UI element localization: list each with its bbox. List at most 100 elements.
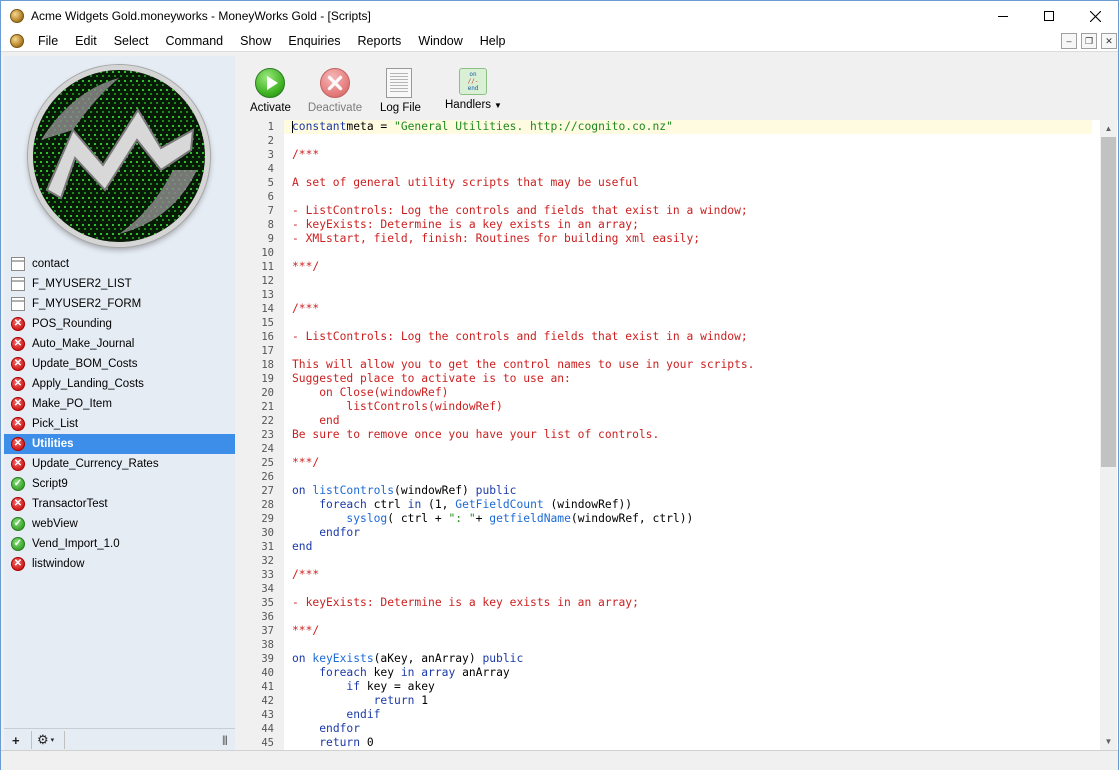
code-line[interactable]: A set of general utility scripts that ma… [292, 176, 1092, 190]
script-list-item[interactable]: ✕ Apply_Landing_Costs [4, 374, 235, 394]
menu-command[interactable]: Command [156, 34, 231, 48]
mdi-restore-button[interactable]: ❐ [1081, 33, 1097, 49]
activate-button[interactable]: Activate [250, 68, 291, 114]
script-list-item[interactable]: ✕ Pick_List [4, 414, 235, 434]
code-line[interactable] [292, 190, 1092, 204]
script-actions-button[interactable]: ⚙ ▾ [37, 732, 54, 748]
code-line[interactable]: foreach key in array anArray [292, 666, 1092, 680]
code-line[interactable]: - ListControls: Log the controls and fie… [292, 330, 1092, 344]
code-line[interactable]: end [292, 540, 1092, 554]
code-line[interactable]: Be sure to remove once you have your lis… [292, 428, 1092, 442]
code-line[interactable] [292, 442, 1092, 456]
resize-grip-icon[interactable]: ||| [222, 732, 228, 748]
code-line[interactable]: ***/ [292, 260, 1092, 274]
code-line[interactable]: endfor [292, 526, 1092, 540]
menu-select[interactable]: Select [105, 34, 157, 48]
code-line[interactable]: on keyExists(aKey, anArray) public [292, 652, 1092, 666]
menu-enquiries[interactable]: Enquiries [279, 34, 348, 48]
code-line[interactable]: return 1 [292, 694, 1092, 708]
mdi-minimize-button[interactable]: ‒ [1061, 33, 1077, 49]
script-list-item[interactable]: ✕ TransactorTest [4, 494, 235, 514]
code-line[interactable] [292, 470, 1092, 484]
script-list-item[interactable]: ✕ Update_BOM_Costs [4, 354, 235, 374]
code-line[interactable]: ***/ [292, 456, 1092, 470]
code-line[interactable] [292, 162, 1092, 176]
vertical-scrollbar[interactable]: ▲ ▼ [1100, 120, 1117, 750]
script-list-item[interactable]: contact [4, 254, 235, 274]
code-line[interactable] [292, 288, 1092, 302]
code-line[interactable] [292, 610, 1092, 624]
script-list-item[interactable]: ✕ Update_Currency_Rates [4, 454, 235, 474]
script-list-item[interactable]: ✓ Script9 [4, 474, 235, 494]
script-list-item[interactable]: ✓ Vend_Import_1.0 [4, 534, 235, 554]
code-line[interactable] [292, 554, 1092, 568]
script-list-item[interactable]: F_MYUSER2_FORM [4, 294, 235, 314]
script-list-item[interactable]: ✕ Make_PO_Item [4, 394, 235, 414]
activate-label: Activate [250, 102, 291, 114]
code-line[interactable]: endif [292, 708, 1092, 722]
code-lines[interactable]: constantmeta = "General Utilities. http:… [284, 120, 1092, 750]
mdi-close-button[interactable]: ✕ [1101, 33, 1117, 49]
code-line[interactable] [292, 274, 1092, 288]
menu-window[interactable]: Window [409, 34, 470, 48]
script-list-item[interactable]: ✕ listwindow [4, 554, 235, 574]
inactive-x-icon: ✕ [11, 457, 25, 471]
code-line[interactable]: /*** [292, 148, 1092, 162]
code-line[interactable] [292, 344, 1092, 358]
code-line[interactable]: - keyExists: Determine is a key exists i… [292, 596, 1092, 610]
code-line[interactable]: /*** [292, 302, 1092, 316]
menu-help[interactable]: Help [471, 34, 514, 48]
scroll-up-icon[interactable]: ▲ [1100, 120, 1117, 137]
maximize-button[interactable] [1026, 1, 1072, 31]
code-line[interactable]: /*** [292, 568, 1092, 582]
scroll-down-icon[interactable]: ▼ [1100, 733, 1117, 750]
line-number: 20 [261, 387, 274, 399]
code-line[interactable] [292, 582, 1092, 596]
code-line[interactable]: return 0 [292, 736, 1092, 750]
menu-edit[interactable]: Edit [66, 34, 105, 48]
add-script-button[interactable]: + [12, 732, 20, 748]
code-line[interactable] [292, 246, 1092, 260]
minimize-button[interactable] [980, 1, 1026, 31]
code-line[interactable]: syslog( ctrl + ": "+ getfieldName(window… [292, 512, 1092, 526]
code-line[interactable]: listControls(windowRef) [292, 400, 1092, 414]
code-token: (1, [421, 498, 456, 511]
code-line[interactable] [292, 638, 1092, 652]
menu-file[interactable]: File [29, 34, 66, 48]
script-editor[interactable]: 1 2 3 4 5 6 7 8 9 10 11 12 13 14 15 16 17 18 19 20 21 22 23 24 2… [238, 120, 1118, 750]
close-button[interactable] [1072, 1, 1118, 31]
code-line[interactable]: - keyExists: Determine is a key exists i… [292, 218, 1092, 232]
script-list-item[interactable]: F_MYUSER2_LIST [4, 274, 235, 294]
code-area[interactable]: constantmeta = "General Utilities. http:… [284, 120, 1100, 750]
log-file-button[interactable]: Log File [380, 68, 421, 114]
code-line[interactable]: foreach ctrl in (1, GetFieldCount (windo… [292, 498, 1092, 512]
script-list-item[interactable]: ✓ webView [4, 514, 235, 534]
handlers-button[interactable]: on //- end Handlers ▼ [445, 68, 502, 111]
script-list-item[interactable]: ✕ POS_Rounding [4, 314, 235, 334]
code-line[interactable]: This will allow you to get the control n… [292, 358, 1092, 372]
script-list-item[interactable]: ✕ Auto_Make_Journal [4, 334, 235, 354]
deactivate-button[interactable]: Deactivate [307, 68, 363, 114]
code-line[interactable] [292, 134, 1092, 148]
menu-show[interactable]: Show [231, 34, 279, 48]
menu-reports[interactable]: Reports [349, 34, 410, 48]
code-line[interactable] [292, 316, 1092, 330]
scrollbar-thumb[interactable] [1101, 137, 1116, 467]
code-line[interactable]: Suggested place to activate is to use an… [292, 372, 1092, 386]
code-line[interactable]: constantmeta = "General Utilities. http:… [284, 120, 1092, 134]
code-line[interactable]: on Close(windowRef) [292, 386, 1092, 400]
code-line[interactable]: ***/ [292, 624, 1092, 638]
document-menu-icon[interactable] [10, 34, 24, 48]
moneyworks-app-icon[interactable] [10, 9, 24, 23]
code-line[interactable]: endfor [292, 722, 1092, 736]
code-line[interactable]: on listControls(windowRef) public [292, 484, 1092, 498]
code-line[interactable]: if key = akey [292, 680, 1092, 694]
script-list-item[interactable]: ✕ Utilities [4, 434, 235, 454]
code-token: Be sure to remove once you have your lis… [292, 428, 660, 441]
code-line[interactable]: end [292, 414, 1092, 428]
close-icon [1089, 10, 1101, 22]
code-line[interactable]: - ListControls: Log the controls and fie… [292, 204, 1092, 218]
code-line[interactable]: - XMLstart, field, finish: Routines for … [292, 232, 1092, 246]
menu-items: File Edit Select Command Show Enquiries Report… [29, 34, 514, 48]
footer-divider [31, 731, 32, 749]
